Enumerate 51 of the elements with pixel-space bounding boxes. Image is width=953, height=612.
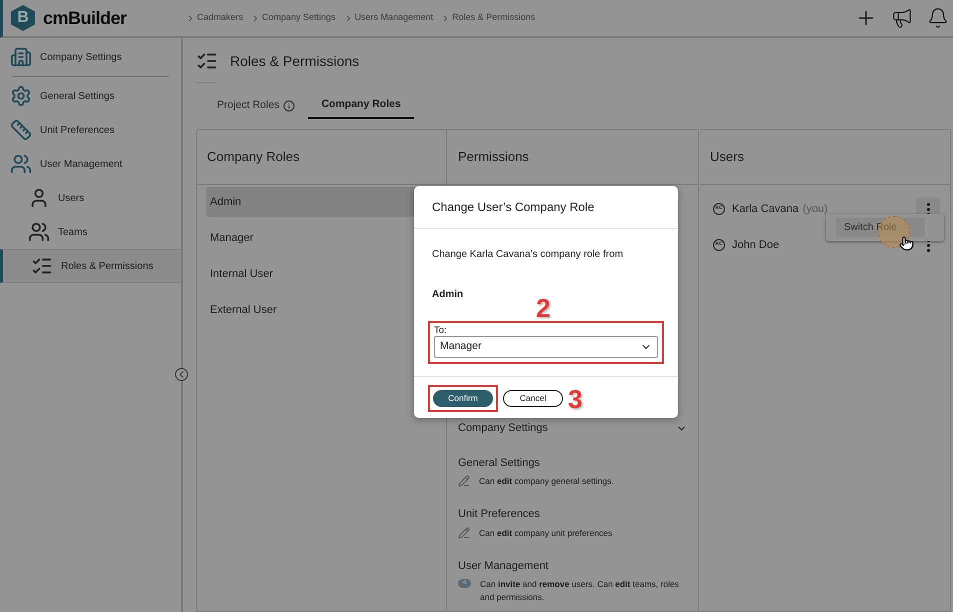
breadcrumb-link[interactable]: Cadmakers xyxy=(197,11,244,25)
section-title: Company Settings xyxy=(458,421,548,436)
info-icon[interactable] xyxy=(283,100,296,112)
step-number: 2 xyxy=(536,292,550,325)
dialog-message: Change Karla Cavana’s company role from xyxy=(432,248,624,262)
user-name: John Doe xyxy=(732,238,780,253)
building-icon xyxy=(10,46,32,68)
logo-icon: B xyxy=(11,5,35,31)
panel-title: Permissions xyxy=(458,148,529,166)
panel-title: Company Roles xyxy=(207,148,300,166)
permission-title: User Management xyxy=(458,558,550,574)
people-icon xyxy=(10,153,32,175)
user-note: (you) xyxy=(802,202,828,217)
breadcrumb-link[interactable]: Users Management xyxy=(354,11,434,25)
tab[interactable]: Project Roles xyxy=(204,93,308,119)
hand-cursor-icon xyxy=(899,236,914,251)
current-role: Admin xyxy=(432,288,464,302)
role-select[interactable]: Manager xyxy=(434,336,658,358)
page-title: Roles & Permissions xyxy=(230,52,360,70)
breadcrumb-link[interactable]: Company Settings xyxy=(262,11,336,25)
pencil-icon xyxy=(458,526,470,538)
permission-title: Unit Preferences xyxy=(458,507,541,522)
step-number: 3 xyxy=(568,386,582,412)
bell-icon[interactable] xyxy=(927,7,949,29)
sidebar-item[interactable]: Roles & Permissions xyxy=(0,249,181,283)
menu-item[interactable]: Switch Role xyxy=(836,218,925,237)
sidebar-item[interactable]: Users xyxy=(0,181,181,215)
user-name: Karla Cavana xyxy=(732,202,799,217)
gear-icon xyxy=(10,85,32,107)
sidebar-item[interactable]: Unit Preferences xyxy=(0,113,181,147)
chevron-icon xyxy=(186,14,195,22)
sidebar-item[interactable]: User Management xyxy=(0,147,181,181)
cancel-button[interactable]: Cancel xyxy=(503,390,563,407)
panel-title: Users xyxy=(710,148,744,166)
permission-title: General Settings xyxy=(458,456,541,470)
megaphone-icon[interactable] xyxy=(891,7,913,29)
pencil-icon xyxy=(458,475,470,487)
ruler-icon xyxy=(10,119,32,141)
confirm-button[interactable]: Confirm xyxy=(433,390,493,407)
tab[interactable]: Company Roles xyxy=(308,93,414,119)
team-icon xyxy=(28,221,50,243)
permission-description: Can edit company unit preferences xyxy=(479,526,612,540)
field-label: To: xyxy=(434,325,448,336)
collapse-icon[interactable] xyxy=(175,368,188,381)
permission-description: Can edit company general settings. xyxy=(479,475,614,488)
permission-description: Can invite and remove users. Can edit teams, roles and permissions. xyxy=(480,578,680,604)
sidebar-item[interactable]: Company Settings xyxy=(0,40,181,74)
sidebar-item[interactable]: General Settings xyxy=(0,79,181,113)
logo-text: cmBuilder xyxy=(43,6,127,30)
breadcrumb-link[interactable]: Roles & Permissions xyxy=(452,11,536,25)
sidebar-item[interactable]: Teams xyxy=(0,215,181,249)
